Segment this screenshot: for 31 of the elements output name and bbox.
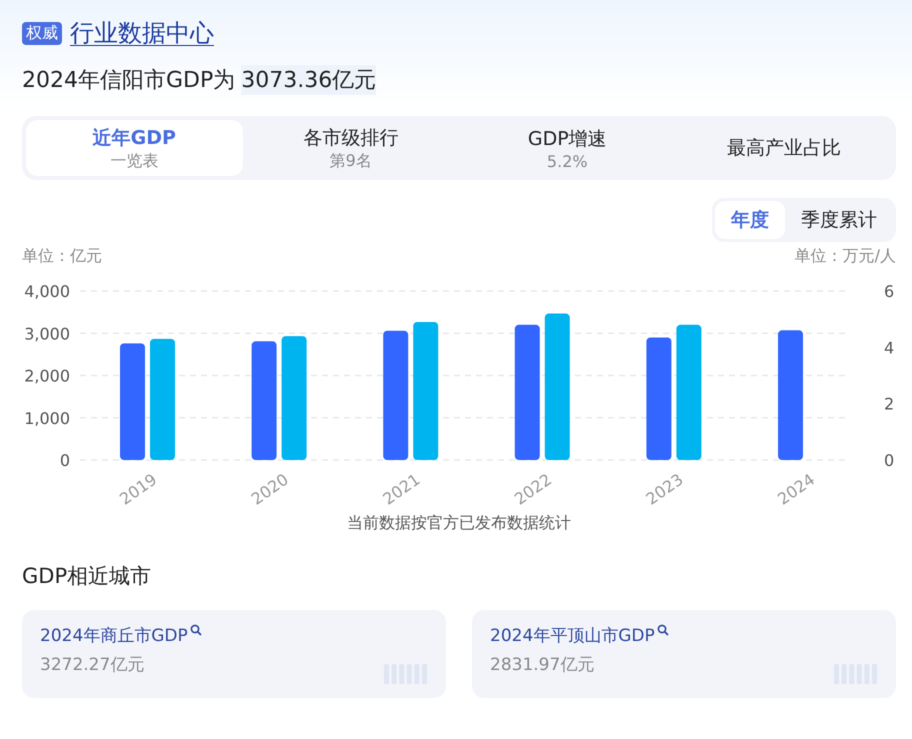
city-gdp-value: 2831.97亿元 bbox=[490, 654, 594, 676]
axis-tick-label: 3,000 bbox=[24, 324, 70, 344]
headline-text: 2024年信阳市GDP为 bbox=[22, 67, 236, 95]
period-option[interactable]: 季度累计 bbox=[785, 201, 893, 239]
city-card[interactable]: 2024年商丘市GDP 3272.27亿元 bbox=[22, 610, 446, 698]
tab[interactable]: GDP增速 5.2% bbox=[459, 120, 676, 176]
period-option[interactable]: 年度 bbox=[715, 201, 785, 239]
axis-tick-label: 0 bbox=[884, 451, 894, 470]
city-card[interactable]: 2024年平顶山市GDP 2831.97亿元 bbox=[472, 610, 896, 698]
data-center-link[interactable]: 行业数据中心 bbox=[70, 17, 214, 49]
city-gdp-link[interactable]: 2024年平顶山市GDP bbox=[490, 624, 655, 647]
search-icon bbox=[190, 624, 202, 636]
axis-tick-label: 2 bbox=[884, 394, 894, 414]
unit-label: 单位：万元/人 bbox=[794, 246, 896, 267]
tab[interactable]: 最高产业占比 bbox=[676, 120, 892, 176]
axis-tick-label: 1,000 bbox=[24, 408, 70, 428]
city-gdp-value: 3272.27亿元 bbox=[40, 654, 144, 676]
tab[interactable]: 近年GDP 一览表 bbox=[26, 120, 242, 176]
authority-badge: 权威 bbox=[22, 22, 62, 44]
axis-tick-label: 6 bbox=[884, 282, 894, 301]
tab[interactable]: 各市级排行 第9名 bbox=[242, 120, 459, 176]
city-gdp-link[interactable]: 2024年商丘市GDP bbox=[40, 624, 188, 647]
axis-tick-label: 2,000 bbox=[24, 366, 70, 386]
axis-tick-label: 0 bbox=[60, 451, 70, 470]
headline-value: 3073.36亿元 bbox=[241, 65, 376, 95]
axis-tick-label: 4 bbox=[884, 338, 894, 358]
axis-tick-label: 4,000 bbox=[24, 282, 70, 301]
search-icon bbox=[656, 624, 669, 636]
chart-note: 当前数据按官方已发布数据统计 bbox=[346, 513, 572, 534]
section-title: GDP相近城市 bbox=[22, 563, 152, 590]
unit-label: 单位：亿元 bbox=[22, 246, 102, 267]
